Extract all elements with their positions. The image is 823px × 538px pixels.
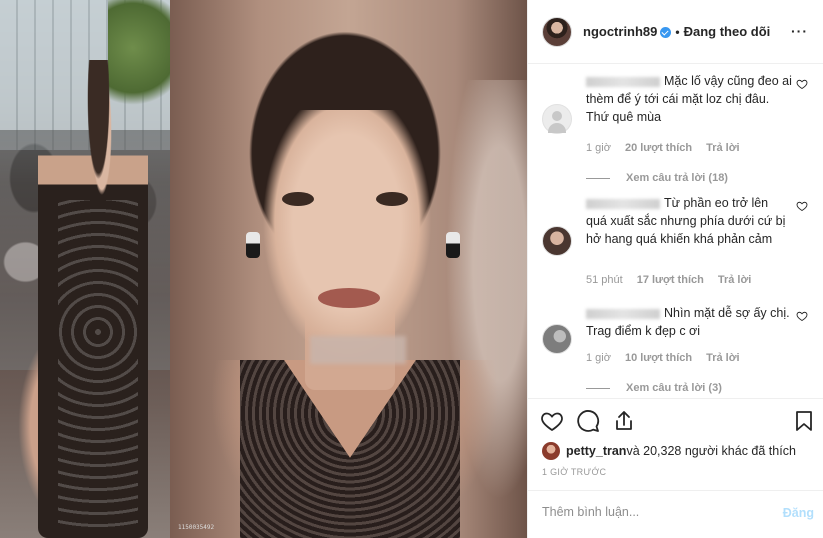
comment-username-blurred[interactable] <box>586 308 660 319</box>
comment-username-blurred[interactable] <box>586 76 660 87</box>
comment-item: Mặc lố vậy cũng đeo ai thèm để ý tới cái… <box>542 72 812 192</box>
blurred-watermark <box>310 336 406 364</box>
portrait-face <box>262 110 432 360</box>
comment-time[interactable]: 1 giờ <box>586 142 611 154</box>
comments-list[interactable]: Mặc lố vậy cũng đeo ai thèm để ý tới cái… <box>528 64 823 398</box>
following-button[interactable]: Đang theo dõi <box>684 24 771 39</box>
replies-line <box>586 177 610 179</box>
bookmark-icon[interactable] <box>792 409 816 433</box>
add-comment-bar: Thêm bình luận... Đăng <box>528 490 823 538</box>
portrait-eye-left <box>282 192 314 206</box>
photo-watermark: 1150035492 <box>178 524 215 531</box>
view-replies-button[interactable]: Xem câu trả lời (18) <box>586 172 728 184</box>
comment-input[interactable]: Thêm bình luận... <box>542 505 639 519</box>
comment-likes[interactable]: 17 lượt thích <box>637 274 704 286</box>
comment-time[interactable]: 1 giờ <box>586 352 611 364</box>
comment-meta: 51 phút 17 lượt thích Trả lời <box>586 274 765 286</box>
post-timestamp[interactable]: 1 GIỜ TRƯỚC <box>542 467 606 477</box>
comment-text: Mặc lố vậy cũng đeo ai thèm để ý tới cái… <box>586 72 792 126</box>
heart-icon[interactable] <box>796 78 808 90</box>
likes-username[interactable]: petty_tran <box>566 444 626 458</box>
view-replies-button[interactable]: Xem câu trả lời (3) <box>586 382 722 394</box>
comment-time[interactable]: 51 phút <box>586 274 623 286</box>
heart-icon[interactable] <box>796 200 808 212</box>
post-sidebar: ngoctrinh89 • Đang theo dõi ··· Mặc lố v… <box>527 0 823 538</box>
comment-likes[interactable]: 20 lượt thích <box>625 142 692 154</box>
reply-button[interactable]: Trả lời <box>718 274 752 286</box>
comment-avatar[interactable] <box>542 226 572 256</box>
header-username[interactable]: ngoctrinh89 <box>583 24 657 39</box>
portrait-earring-left <box>246 232 260 258</box>
header-separator: • <box>675 24 680 39</box>
comment-text: Nhìn mặt dễ sợ ấy chị. Trag điểm k đẹp c… <box>586 304 792 340</box>
heart-icon[interactable] <box>796 310 808 322</box>
likes-count-text[interactable]: và 20,328 người khác đã thích <box>626 444 795 458</box>
comment-username-blurred[interactable] <box>586 198 660 209</box>
comment-bubble-icon[interactable] <box>576 409 600 433</box>
comment-item: Nhìn mặt dễ sợ ấy chị. Trag điểm k đẹp c… <box>542 304 812 398</box>
post-header: ngoctrinh89 • Đang theo dõi ··· <box>528 0 823 64</box>
replies-line <box>586 387 610 389</box>
likes-summary[interactable]: petty_tran và 20,328 người khác đã thích <box>542 440 796 462</box>
comment-likes[interactable]: 10 lượt thích <box>625 352 692 364</box>
dress-pattern <box>58 200 138 530</box>
view-replies-label: Xem câu trả lời (18) <box>626 172 728 184</box>
reply-button[interactable]: Trả lời <box>706 352 740 364</box>
comment-meta: 1 giờ 20 lượt thích Trả lời <box>586 142 754 154</box>
avatar[interactable] <box>542 16 572 47</box>
like-heart-icon[interactable] <box>540 409 564 433</box>
portrait-eye-right <box>376 192 408 206</box>
reply-button[interactable]: Trả lời <box>706 142 740 154</box>
comment-meta: 1 giờ 10 lượt thích Trả lời <box>586 352 754 364</box>
post-comment-button[interactable]: Đăng <box>783 506 814 520</box>
comment-item: Từ phần eo trở lên quá xuất sắc nhưng ph… <box>542 194 812 294</box>
post-media[interactable]: 1150035492 <box>0 0 527 538</box>
photo-main-portrait <box>170 0 527 538</box>
share-icon[interactable] <box>612 409 636 433</box>
comment-avatar[interactable] <box>542 324 572 354</box>
portrait-earring-right <box>446 232 460 258</box>
more-horizontal-icon[interactable]: ··· <box>791 24 808 38</box>
likes-avatar[interactable] <box>542 442 560 460</box>
comment-text: Từ phần eo trở lên quá xuất sắc nhưng ph… <box>586 194 792 248</box>
comment-avatar[interactable] <box>542 104 572 134</box>
view-replies-label: Xem câu trả lời (3) <box>626 382 722 394</box>
photo-left-full-body <box>0 0 170 538</box>
action-bar <box>528 398 823 440</box>
verified-badge-icon <box>660 27 672 38</box>
portrait-lips <box>318 288 380 308</box>
